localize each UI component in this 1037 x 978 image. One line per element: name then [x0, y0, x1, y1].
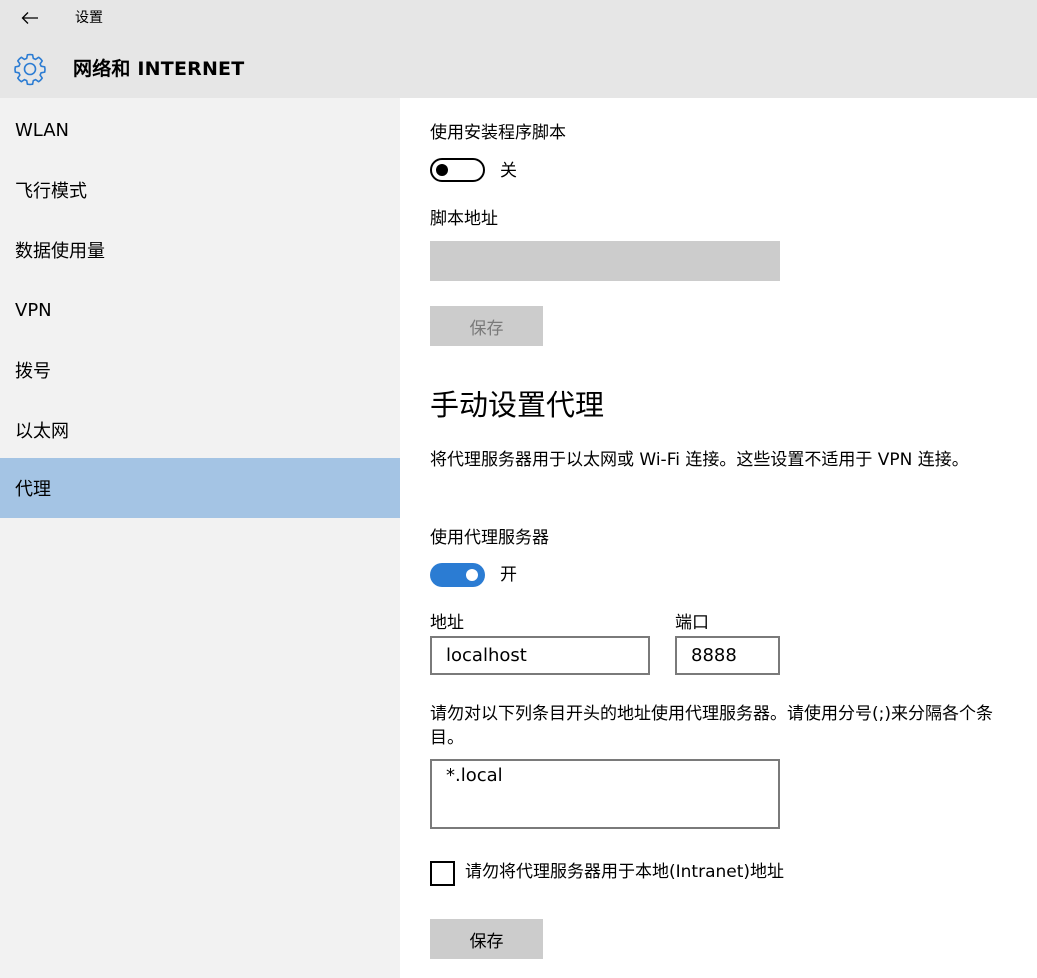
setup-script-toggle-state: 关	[500, 161, 517, 181]
setup-script-toggle[interactable]	[430, 158, 485, 182]
use-setup-script-label: 使用安装程序脚本	[430, 123, 566, 143]
sidebar-item-dial-up[interactable]: 拨号	[0, 340, 400, 400]
use-proxy-toggle-state: 开	[500, 565, 517, 585]
exceptions-description: 请勿对以下列条目开头的地址使用代理服务器。请使用分号(;)来分隔各个条目。	[430, 704, 993, 748]
script-save-button[interactable]: 保存	[430, 306, 543, 346]
back-arrow-icon	[21, 12, 38, 24]
app-title: 设置	[75, 10, 103, 26]
sidebar-item-vpn[interactable]: VPN	[0, 280, 400, 340]
proxy-settings-panel: 使用安装程序脚本 关 脚本地址 保存 手动设置代理 将代理服务器用于以太网或 W…	[400, 98, 1037, 978]
toggle-knob	[466, 569, 478, 581]
manual-proxy-heading: 手动设置代理	[430, 388, 605, 422]
proxy-address-label: 地址	[430, 613, 464, 633]
sidebar-item-wlan[interactable]: WLAN	[0, 100, 400, 160]
script-address-label: 脚本地址	[430, 209, 498, 229]
proxy-address-input[interactable]: localhost	[430, 636, 650, 675]
back-button[interactable]	[14, 4, 46, 32]
manual-proxy-description: 将代理服务器用于以太网或 Wi-Fi 连接。这些设置不适用于 VPN 连接。	[430, 450, 969, 470]
use-proxy-toggle[interactable]	[430, 563, 485, 587]
proxy-exceptions-textarea[interactable]: *.local	[430, 759, 780, 829]
sidebar-item-proxy[interactable]: 代理	[0, 458, 400, 518]
title-bar: 设置 网络和 INTERNET	[0, 0, 1037, 98]
sidebar: WLAN 飞行模式 数据使用量 VPN 拨号 以太网 代理	[0, 98, 400, 978]
sidebar-item-data-usage[interactable]: 数据使用量	[0, 220, 400, 280]
use-proxy-label: 使用代理服务器	[430, 528, 549, 548]
proxy-port-label: 端口	[675, 613, 709, 633]
bypass-local-label: 请勿将代理服务器用于本地(Intranet)地址	[465, 862, 785, 882]
sidebar-item-airplane-mode[interactable]: 飞行模式	[0, 160, 400, 220]
sidebar-item-ethernet[interactable]: 以太网	[0, 400, 400, 460]
proxy-port-input[interactable]: 8888	[675, 636, 780, 675]
script-address-field	[430, 241, 780, 281]
toggle-knob	[436, 164, 448, 176]
section-title: 网络和 INTERNET	[73, 58, 245, 80]
bypass-local-checkbox[interactable]	[430, 861, 455, 886]
proxy-save-button[interactable]: 保存	[430, 919, 543, 959]
gear-icon	[14, 53, 46, 86]
